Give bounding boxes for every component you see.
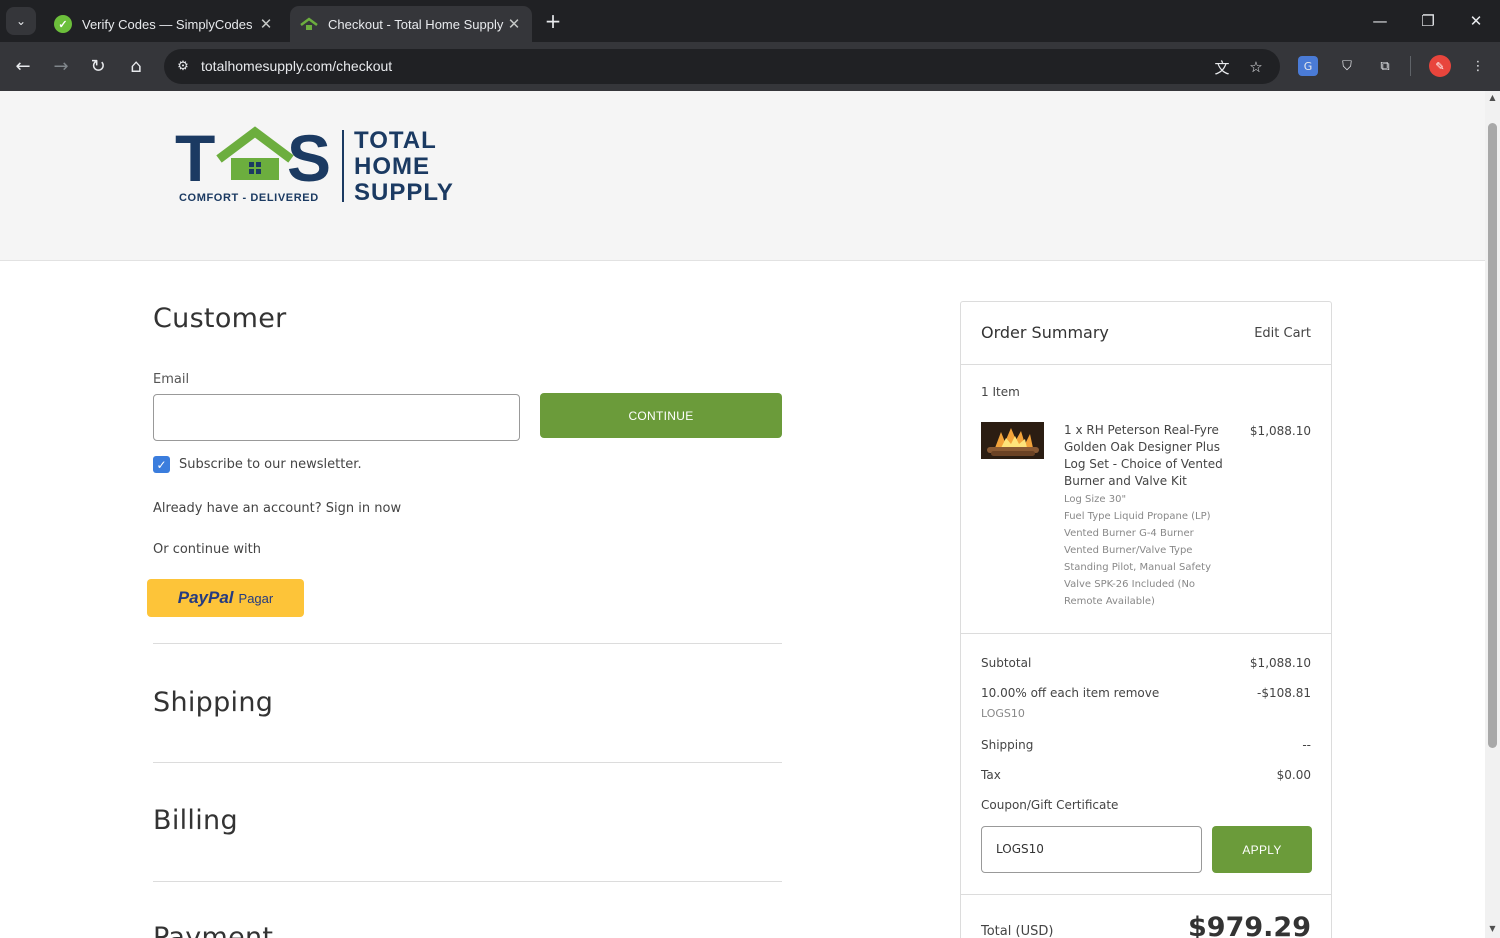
discount-label[interactable]: 10.00% off each item remove — [981, 686, 1159, 700]
continue-button[interactable]: CONTINUE — [540, 393, 782, 438]
paypal-logo: PayPal — [177, 588, 234, 607]
newsletter-label[interactable]: Subscribe to our newsletter. — [179, 457, 362, 472]
subtotal-label: Subtotal — [981, 656, 1032, 670]
back-icon[interactable]: ← — [9, 52, 37, 80]
paypal-button[interactable]: PayPal Pagar — [147, 579, 304, 617]
shipping-label: Shipping — [981, 738, 1034, 752]
minimize-icon[interactable]: — — [1365, 8, 1395, 34]
chevron-down-icon: ⌄ — [15, 14, 27, 28]
section-divider — [153, 762, 782, 763]
tab-simplycodes[interactable]: ✓ Verify Codes — SimplyCodes ✕ — [44, 6, 284, 42]
address-bar[interactable]: ⚙ totalhomesupply.com/checkout 文 ☆ — [164, 49, 1280, 84]
page-scrollbar[interactable]: ▲ ▼ — [1485, 91, 1500, 938]
tab-title: Checkout - Total Home Supply — [328, 16, 504, 32]
ths-monogram-icon: T S — [175, 126, 331, 190]
browser-toolbar: ← → ↻ ⌂ ⚙ totalhomesupply.com/checkout 文… — [0, 42, 1500, 91]
summary-divider — [961, 633, 1331, 634]
section-divider — [153, 881, 782, 882]
tax-value: $0.00 — [1276, 768, 1311, 782]
site-header: T S COMFORT - DELIVERED TOTAL HOME SUPPL… — [0, 91, 1485, 261]
home-icon[interactable]: ⌂ — [122, 52, 150, 80]
coupon-label: Coupon/Gift Certificate — [981, 798, 1119, 812]
site-info-icon[interactable]: ⚙ — [172, 55, 194, 77]
logo-word-home: HOME — [354, 153, 430, 180]
star-icon[interactable]: ☆ — [1244, 55, 1268, 79]
checkmark-icon: ✓ — [156, 457, 167, 472]
scroll-down-arrow-icon[interactable]: ▼ — [1485, 924, 1500, 936]
order-summary-panel: Order Summary Edit Cart 1 Item 1 x RH Pe… — [960, 301, 1332, 938]
tab-search-button[interactable]: ⌄ — [6, 7, 36, 35]
kebab-menu-icon[interactable]: ⋮ — [1466, 54, 1490, 78]
svg-text:S: S — [287, 126, 331, 190]
total-label: Total (USD) — [981, 924, 1054, 938]
shield-extension-icon[interactable]: ⛉ — [1335, 54, 1359, 78]
ths-logo[interactable]: T S COMFORT - DELIVERED TOTAL HOME SUPPL… — [175, 126, 465, 211]
translate-icon[interactable]: 文 — [1210, 55, 1234, 79]
email-input[interactable] — [153, 394, 520, 441]
tab-title: Verify Codes — SimplyCodes — [82, 16, 253, 32]
url-text[interactable]: totalhomesupply.com/checkout — [201, 58, 392, 74]
ths-favicon-icon — [300, 15, 318, 33]
total-value: $979.29 — [1188, 912, 1311, 938]
newsletter-checkbox[interactable]: ✓ — [153, 456, 170, 473]
paypal-button-label: Pagar — [238, 590, 274, 606]
product-options: Log Size 30" Fuel Type Liquid Propane (L… — [1064, 494, 1211, 607]
summary-divider — [961, 894, 1331, 895]
scroll-thumb[interactable] — [1488, 123, 1497, 748]
tax-label: Tax — [981, 768, 1001, 782]
email-label: Email — [153, 372, 190, 387]
payment-heading: Payment — [153, 922, 274, 938]
shipping-heading: Shipping — [153, 687, 274, 718]
sign-in-prompt[interactable]: Already have an account? Sign in now — [153, 501, 401, 516]
google-translate-extension-icon[interactable]: G — [1298, 56, 1318, 76]
summary-divider — [961, 364, 1331, 365]
fireplace-logs-image — [981, 422, 1044, 459]
discount-code: LOGS10 — [981, 707, 1025, 720]
close-window-icon[interactable]: ✕ — [1461, 8, 1491, 34]
logo-word-total: TOTAL — [354, 127, 437, 154]
new-tab-icon[interactable]: + — [540, 8, 566, 34]
edit-cart-link[interactable]: Edit Cart — [1254, 326, 1311, 341]
product-price: $1,088.10 — [1249, 424, 1311, 438]
checkout-page: T S COMFORT - DELIVERED TOTAL HOME SUPPL… — [0, 91, 1485, 938]
customer-heading: Customer — [153, 303, 287, 334]
reload-icon[interactable]: ↻ — [84, 52, 112, 80]
simplycodes-favicon-icon: ✓ — [54, 15, 72, 33]
forward-icon[interactable]: → — [47, 52, 75, 80]
shipping-value: -- — [1302, 738, 1311, 752]
order-summary-title: Order Summary — [981, 323, 1109, 342]
tab-checkout[interactable]: Checkout - Total Home Supply ✕ — [290, 6, 532, 42]
browser-window: ⌄ ✓ Verify Codes — SimplyCodes ✕ Checkou… — [0, 0, 1500, 938]
apply-coupon-button[interactable]: APPLY — [1212, 826, 1312, 873]
extensions-puzzle-icon[interactable]: ⧉ — [1373, 54, 1397, 78]
logo-tagline: COMFORT - DELIVERED — [179, 192, 319, 204]
scroll-up-arrow-icon[interactable]: ▲ — [1485, 93, 1500, 105]
logo-divider — [342, 130, 344, 202]
discount-value: -$108.81 — [1257, 686, 1311, 700]
subtotal-value: $1,088.10 — [1249, 656, 1311, 670]
svg-text:T: T — [175, 126, 215, 190]
toolbar-separator — [1410, 56, 1411, 76]
section-divider — [153, 643, 782, 644]
coupon-input-value: LOGS10 — [996, 842, 1044, 856]
product-thumbnail[interactable] — [981, 422, 1044, 459]
close-tab-icon[interactable]: ✕ — [506, 15, 522, 33]
coupon-input[interactable]: LOGS10 — [981, 826, 1202, 873]
tab-strip: ⌄ ✓ Verify Codes — SimplyCodes ✕ Checkou… — [0, 0, 1500, 42]
profile-avatar-icon[interactable]: ✎ — [1429, 55, 1451, 77]
or-continue-text: Or continue with — [153, 542, 261, 557]
logo-word-supply: SUPPLY — [354, 179, 454, 206]
product-name[interactable]: 1 x RH Peterson Real-Fyre Golden Oak Des… — [1064, 422, 1223, 490]
close-tab-icon[interactable]: ✕ — [258, 15, 274, 33]
restore-icon[interactable]: ❐ — [1413, 8, 1443, 34]
billing-heading: Billing — [153, 805, 238, 836]
item-count: 1 Item — [981, 385, 1020, 399]
